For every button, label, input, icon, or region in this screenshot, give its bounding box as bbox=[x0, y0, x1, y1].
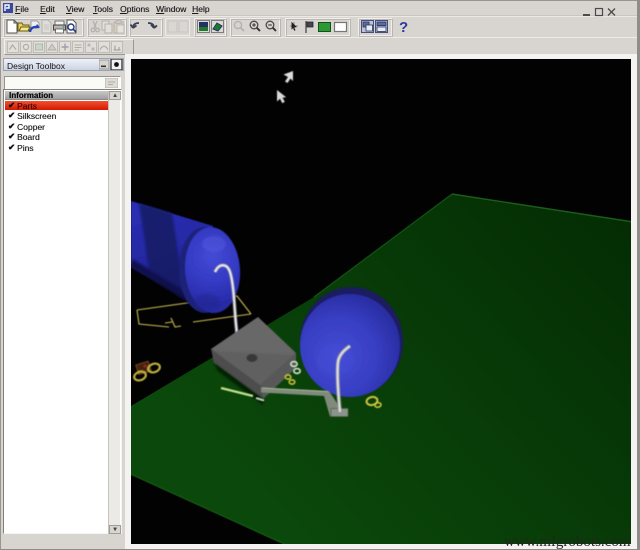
svg-text:?: ? bbox=[399, 19, 408, 36]
